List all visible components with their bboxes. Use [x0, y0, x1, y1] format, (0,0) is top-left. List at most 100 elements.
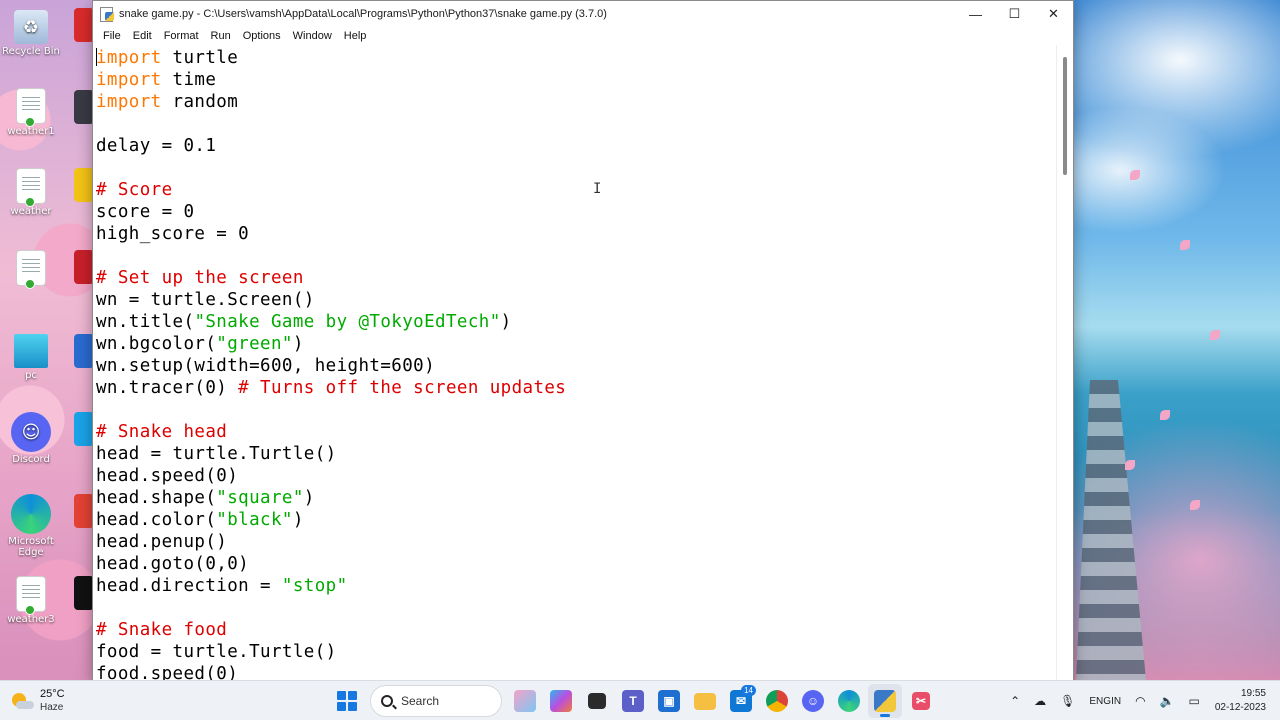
desktop-icon-recycle-bin[interactable]: ♻ Recycle Bin: [1, 10, 61, 57]
wallpaper-petal: [1210, 330, 1220, 340]
code-line[interactable]: wn.setup(width=600, height=600): [96, 355, 1057, 377]
close-button[interactable]: ✕: [1034, 1, 1073, 27]
taskbar-widgets[interactable]: [508, 684, 542, 718]
code-line[interactable]: # Score: [96, 179, 1057, 201]
code-text: ): [292, 334, 304, 354]
code-line[interactable]: import time: [96, 69, 1057, 91]
language-indicator[interactable]: ENG IN: [1082, 695, 1128, 708]
taskbar-teams[interactable]: T: [616, 684, 650, 718]
document-icon: [16, 250, 46, 289]
code-text: head.goto(0,0): [96, 554, 250, 574]
menu-window[interactable]: Window: [287, 27, 338, 45]
desktop-icon-edge[interactable]: Microsoft Edge: [1, 494, 61, 558]
code-line[interactable]: head.color("black"): [96, 509, 1057, 531]
desktop-icon-weather1[interactable]: weather1: [1, 88, 61, 137]
partial-desktop-icon[interactable]: [74, 334, 94, 368]
code-line[interactable]: # Set up the screen: [96, 267, 1057, 289]
desktop-icon-weather[interactable]: weather: [1, 168, 61, 217]
menu-edit[interactable]: Edit: [127, 27, 158, 45]
scrollbar-thumb[interactable]: [1063, 57, 1067, 175]
code-line[interactable]: head.shape("square"): [96, 487, 1057, 509]
menu-options[interactable]: Options: [237, 27, 287, 45]
code-line[interactable]: wn.bgcolor("green"): [96, 333, 1057, 355]
partial-desktop-icon[interactable]: [74, 412, 94, 446]
taskbar-copilot[interactable]: [544, 684, 578, 718]
taskbar-edge[interactable]: [832, 684, 866, 718]
menu-run[interactable]: Run: [205, 27, 237, 45]
code-line[interactable]: [96, 113, 1057, 135]
code-text: wn.setup(width=600, height=600): [96, 356, 436, 376]
taskbar-store[interactable]: ▣: [652, 684, 686, 718]
code-line[interactable]: head.penup(): [96, 531, 1057, 553]
code-line[interactable]: wn.tracer(0) # Turns off the screen upda…: [96, 377, 1057, 399]
code-line[interactable]: import random: [96, 91, 1057, 113]
microphone-icon[interactable]: 🎙: [1053, 694, 1082, 708]
code-text: turtle: [161, 48, 239, 68]
code-line[interactable]: import turtle: [96, 47, 1057, 69]
taskbar-file-explorer[interactable]: [580, 684, 614, 718]
volume-icon[interactable]: 🔈: [1153, 694, 1182, 708]
maximize-button[interactable]: ☐: [995, 1, 1034, 27]
onedrive-cloud-icon[interactable]: ☁: [1027, 694, 1053, 708]
code-line[interactable]: # Snake head: [96, 421, 1057, 443]
code-line[interactable]: [96, 597, 1057, 619]
battery-icon[interactable]: ▭: [1182, 694, 1207, 708]
weather-widget[interactable]: 25°C Haze: [10, 681, 65, 720]
vertical-scrollbar[interactable]: [1056, 45, 1073, 681]
wifi-icon[interactable]: ◠: [1128, 694, 1152, 708]
taskbar-search[interactable]: Search: [370, 685, 502, 717]
code-line[interactable]: [96, 157, 1057, 179]
code-comment: # Snake head: [96, 422, 228, 442]
taskbar-mail[interactable]: ✉ 14: [724, 684, 758, 718]
idle-editor-window[interactable]: snake game.py - C:\Users\vamsh\AppData\L…: [92, 0, 1074, 681]
ibeam-cursor-icon: I: [593, 181, 602, 197]
partial-desktop-icon[interactable]: [74, 8, 94, 42]
partial-desktop-icon[interactable]: [74, 494, 94, 528]
code-text: time: [161, 70, 217, 90]
partial-desktop-icon[interactable]: [74, 90, 94, 124]
code-line[interactable]: wn = turtle.Screen(): [96, 289, 1057, 311]
code-line[interactable]: delay = 0.1: [96, 135, 1057, 157]
code-text: score = 0: [96, 202, 195, 222]
taskbar-folder[interactable]: [688, 684, 722, 718]
code-line[interactable]: [96, 245, 1057, 267]
menu-file[interactable]: File: [97, 27, 127, 45]
code-editor[interactable]: import turtle import time import random del…: [93, 45, 1057, 681]
code-line[interactable]: head = turtle.Turtle(): [96, 443, 1057, 465]
menu-format[interactable]: Format: [158, 27, 205, 45]
menu-bar: File Edit Format Run Options Window Help: [93, 27, 1073, 45]
recycle-bin-icon: ♻: [14, 10, 48, 44]
partial-desktop-icon[interactable]: [74, 168, 94, 202]
desktop-icon-discord[interactable]: ☺ Discord: [1, 412, 61, 465]
taskbar-snipping-tool[interactable]: ✂: [904, 684, 938, 718]
taskbar-discord[interactable]: ☺: [796, 684, 830, 718]
partial-desktop-icon[interactable]: [74, 576, 94, 610]
code-line[interactable]: head.direction = "stop": [96, 575, 1057, 597]
code-line[interactable]: wn.title("Snake Game by @TokyoEdTech"): [96, 311, 1057, 333]
code-line[interactable]: [96, 399, 1057, 421]
desktop-icon-pc[interactable]: pc: [1, 334, 61, 381]
taskbar-clock[interactable]: 19:55 02-12-2023: [1207, 687, 1280, 715]
document-icon: [16, 576, 46, 615]
menu-help[interactable]: Help: [338, 27, 373, 45]
code-line[interactable]: high_score = 0: [96, 223, 1057, 245]
taskbar-chrome[interactable]: [760, 684, 794, 718]
taskbar-python-idle[interactable]: [868, 684, 902, 718]
show-hidden-icons-button[interactable]: ⌃: [1003, 694, 1027, 708]
window-titlebar[interactable]: snake game.py - C:\Users\vamsh\AppData\L…: [93, 1, 1073, 27]
code-text: head.penup(): [96, 532, 228, 552]
desktop-icon-weather3[interactable]: weather3: [1, 576, 61, 625]
code-line[interactable]: # Snake food: [96, 619, 1057, 641]
start-button[interactable]: [330, 684, 364, 718]
minimize-button[interactable]: —: [956, 1, 995, 27]
code-line[interactable]: food = turtle.Turtle(): [96, 641, 1057, 663]
desktop-icon-document[interactable]: [1, 250, 61, 289]
weather-condition: Haze: [40, 702, 64, 713]
code-text: head.speed(0): [96, 466, 239, 486]
partial-desktop-icon[interactable]: [74, 250, 94, 284]
code-text: wn.title(: [96, 312, 195, 332]
code-line[interactable]: food.speed(0): [96, 663, 1057, 681]
code-line[interactable]: head.speed(0): [96, 465, 1057, 487]
code-line[interactable]: head.goto(0,0): [96, 553, 1057, 575]
code-line[interactable]: score = 0: [96, 201, 1057, 223]
